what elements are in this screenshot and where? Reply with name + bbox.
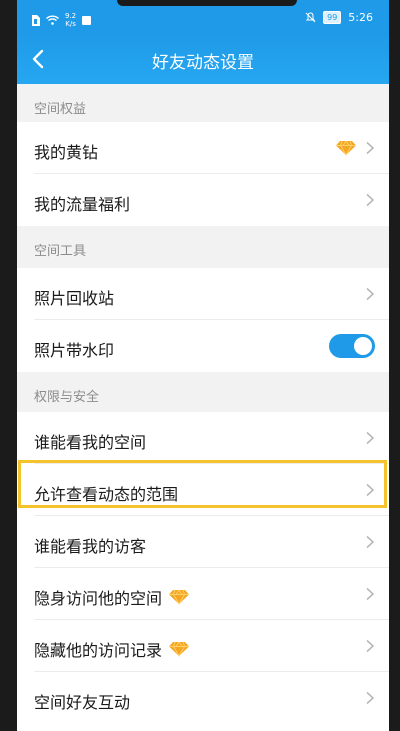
settings-item-text: 隐藏他的访问记录 [34,641,163,660]
mute-icon [305,12,316,23]
network-speed-unit: K/s [65,20,76,28]
settings-item-text: 我的流量福利 [34,195,131,214]
settings-item-label: 照片带水印 [34,337,114,361]
settings-item-label: 我的流量福利 [34,191,130,215]
settings-item-hide-visit-record[interactable]: 隐藏他的访问记录 [17,620,389,672]
settings-item-photo-recycle-bin[interactable]: 照片回收站 [17,268,389,320]
settings-item-label: 允许查看动态的范围 [34,481,178,505]
settings-item-label: 谁能看我的访客 [34,533,146,557]
chevron-right-icon [366,431,375,445]
settings-item-text: 照片回收站 [34,289,115,308]
section-header-label: 权限与安全 [34,390,100,405]
chevron-right-icon [366,287,375,301]
settings-item-label: 隐身访问他的空间 [34,585,190,609]
settings-item-photo-watermark: 照片带水印 [17,320,389,372]
settings-item-friend-interaction[interactable]: 空间好友互动 [17,672,389,731]
settings-item-text: 隐身访问他的空间 [34,589,163,608]
settings-item-yellow-diamond[interactable]: 我的黄钻 [17,122,389,174]
settings-item-text: 允许查看动态的范围 [34,485,179,504]
settings-item-text: 我的黄钻 [34,143,99,162]
chevron-right-icon [366,141,375,155]
watermark-toggle[interactable] [329,334,375,358]
settings-item-data-benefits[interactable]: 我的流量福利 [17,174,389,226]
wifi-icon [46,15,59,25]
phone-screen: 9.2 K/s 99 5:26 好友动态设置 空间权益 我的黄钻 我的流量福利 … [17,0,389,731]
battery-indicator: 99 [323,11,342,24]
camera-notch [117,0,297,6]
diamond-icon [169,641,190,657]
network-speed-value: 9.2 [65,12,77,20]
chevron-right-icon [366,483,375,497]
section-header-label: 空间权益 [34,102,87,117]
settings-item-text: 谁能看我的访客 [34,537,147,556]
chevron-right-icon [366,193,375,207]
settings-item-label: 照片回收站 [34,285,114,309]
toggle-knob [354,337,372,355]
settings-item-label: 我的黄钻 [34,139,98,163]
chevron-right-icon [366,691,375,705]
settings-item-label: 隐藏他的访问记录 [34,637,190,661]
status-right: 99 5:26 [305,11,373,24]
chevron-right-icon [366,639,375,653]
settings-item-text: 照片带水印 [34,341,115,360]
chevron-right-icon [366,535,375,549]
section-header-label: 空间工具 [34,244,87,259]
diamond-icon [336,140,356,156]
chevron-right-icon [366,587,375,601]
status-left: 9.2 K/s [31,12,92,28]
settings-item-who-can-see-visitors[interactable]: 谁能看我的访客 [17,516,389,568]
settings-item-text: 谁能看我的空间 [34,433,147,452]
notification-icon [82,15,92,25]
settings-item-who-can-see-space[interactable]: 谁能看我的空间 [17,412,389,464]
sim-icon [32,14,40,26]
diamond-icon [169,589,190,605]
settings-item-label: 空间好友互动 [34,689,130,713]
network-speed: 9.2 K/s [65,12,76,28]
settings-item-invisible-visit[interactable]: 隐身访问他的空间 [17,568,389,620]
settings-item-feed-visibility-range[interactable]: 允许查看动态的范围 [17,464,389,516]
settings-item-label: 谁能看我的空间 [34,429,146,453]
page-title: 好友动态设置 [152,53,254,73]
clock: 5:26 [348,11,373,24]
section-header-tools: 空间工具 [17,226,389,264]
section-header-privacy: 权限与安全 [17,372,389,410]
navigation-bar: 好友动态设置 [17,34,389,84]
section-header-rights: 空间权益 [17,84,389,122]
settings-item-text: 空间好友互动 [34,693,131,712]
